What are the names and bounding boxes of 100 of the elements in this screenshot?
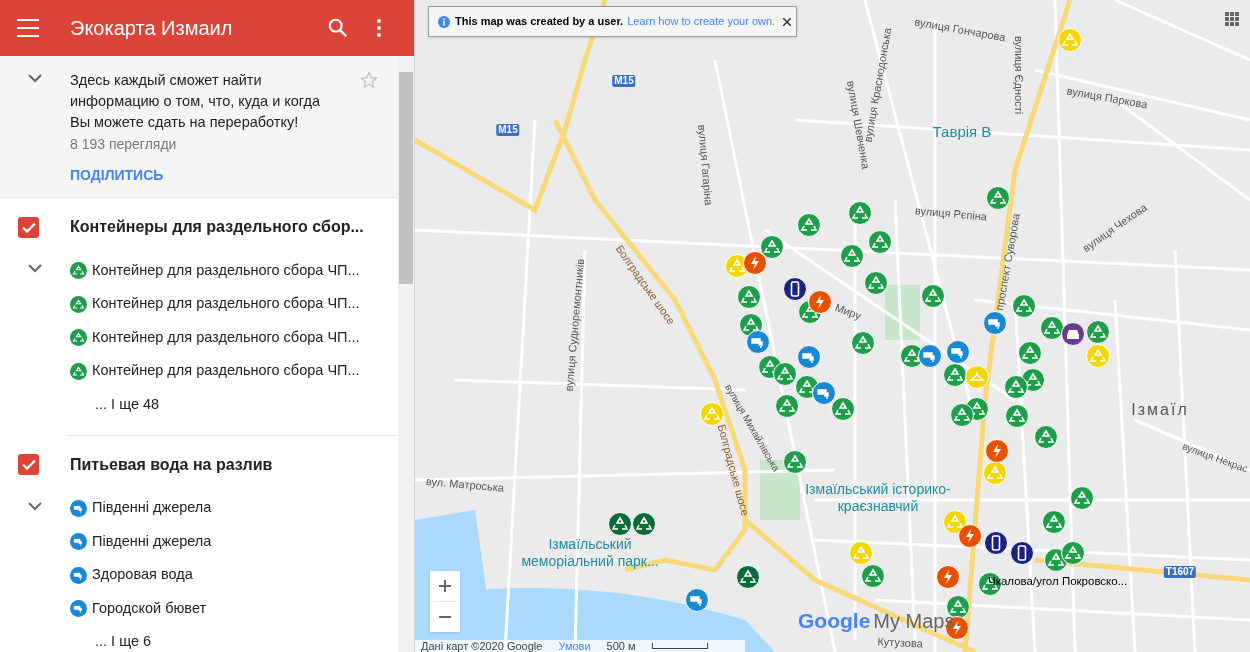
street-label: вулиця Єдності [1011, 35, 1025, 115]
recycle-marker-icon[interactable] [737, 285, 761, 309]
place-label: Ізмаїльський історико-краєзнавчий [804, 481, 952, 515]
hanger-marker-icon[interactable] [965, 365, 989, 389]
recycle-marker-icon[interactable] [921, 284, 945, 308]
phone-marker-icon[interactable] [984, 531, 1008, 555]
map-attribution: Дані карт ©2020 Google [421, 638, 543, 652]
water-tap-marker-icon[interactable] [685, 588, 709, 612]
checkmark-icon [21, 221, 36, 233]
view-count: 8 193 перегляди [70, 135, 178, 154]
recycle-icon [70, 262, 87, 280]
layer-checkbox[interactable] [18, 454, 39, 475]
place-label: Таврія В [932, 123, 992, 141]
minus-icon [439, 616, 451, 618]
recycle-marker-icon[interactable] [851, 331, 875, 355]
layer-item[interactable]: Контейнер для раздельного сбора ЧП... [92, 259, 360, 282]
recycle-marker-icon[interactable] [1086, 320, 1110, 344]
layer-item[interactable]: Контейнер для раздельного сбора ЧП... [92, 293, 360, 316]
recycle-marker-icon[interactable] [986, 186, 1010, 210]
water-tap-marker-icon[interactable] [946, 340, 970, 364]
layer-item[interactable]: Здоровая вода [92, 564, 193, 587]
layer-item[interactable]: Південні джерела [92, 497, 212, 520]
recycle-marker-icon[interactable] [1061, 541, 1085, 565]
google-logo: Google [798, 610, 871, 631]
road-number: M15 [612, 75, 636, 87]
lightning-marker-icon[interactable] [743, 251, 767, 275]
layer-title[interactable]: Питьевая вода на разлив [70, 452, 273, 477]
chevron-down-icon[interactable] [28, 74, 42, 83]
recycle-marker-icon[interactable] [1058, 28, 1082, 52]
more-items-link[interactable]: ... І ще 48 [95, 388, 160, 422]
notice-text: This map was created by a user. [455, 14, 624, 30]
layer-title[interactable]: Контейнеры для раздельного сбор... [70, 215, 364, 239]
water-tap-icon [70, 566, 87, 584]
recycle-marker-icon[interactable] [864, 271, 888, 295]
street-label: проспект Суворова [993, 212, 1023, 312]
recycle-marker-icon[interactable] [1040, 316, 1064, 340]
chevron-down-icon[interactable] [28, 264, 42, 273]
water-tap-icon [70, 499, 87, 517]
street-label: вулиця Судноремонтників [562, 258, 588, 392]
water-tap-marker-icon[interactable] [983, 311, 1007, 335]
road-number: T1607 [1163, 566, 1197, 578]
water-tap-marker-icon[interactable] [746, 330, 770, 354]
recycle-marker-icon[interactable] [861, 564, 885, 588]
car-marker-icon[interactable] [1061, 322, 1085, 346]
recycle-marker-icon[interactable] [783, 450, 807, 474]
recycle-marker-icon[interactable] [760, 235, 784, 259]
recycle-marker-icon[interactable] [1005, 404, 1029, 428]
lightning-marker-icon[interactable] [985, 439, 1009, 463]
scrollbar[interactable] [398, 56, 414, 652]
recycle-marker-icon[interactable] [632, 512, 656, 536]
layer-item[interactable]: Південні джерела [92, 530, 212, 553]
recycle-marker-icon[interactable] [773, 362, 797, 386]
lightning-marker-icon[interactable] [808, 290, 832, 314]
water-tap-marker-icon[interactable] [812, 381, 836, 405]
recycle-marker-icon[interactable] [849, 541, 873, 565]
search-icon[interactable] [327, 17, 349, 39]
road-number: M15 [496, 124, 520, 136]
menu-icon[interactable] [17, 19, 39, 37]
layer-item[interactable]: Контейнер для раздельного сбора ЧП... [92, 360, 360, 383]
recycle-marker-icon[interactable] [608, 512, 632, 536]
recycle-marker-icon[interactable] [1042, 510, 1066, 534]
apps-grid-icon[interactable] [1225, 12, 1239, 26]
layer-checkbox[interactable] [18, 216, 39, 238]
more-items-link[interactable]: ... І ще 6 [95, 625, 152, 652]
recycle-marker-icon[interactable] [1034, 425, 1058, 449]
recycle-marker-icon[interactable] [943, 363, 967, 387]
recycle-marker-icon[interactable] [1012, 294, 1036, 318]
phone-marker-icon[interactable] [783, 277, 807, 301]
layer-item[interactable]: Контейнер для раздельного сбора ЧП... [92, 326, 360, 349]
star-icon[interactable] [360, 71, 378, 89]
terms-link[interactable]: Умови [558, 637, 591, 652]
recycle-marker-icon[interactable] [1086, 344, 1110, 368]
recycle-icon [70, 295, 87, 313]
recycle-marker-icon[interactable] [1070, 486, 1094, 510]
lightning-marker-icon[interactable] [958, 524, 982, 548]
recycle-marker-icon[interactable] [736, 565, 760, 589]
lightning-marker-icon[interactable] [936, 565, 960, 589]
recycle-marker-icon[interactable] [868, 230, 892, 254]
layer-item[interactable]: Городской бювет [92, 597, 207, 620]
chevron-down-icon[interactable] [28, 501, 42, 511]
phone-marker-icon[interactable] [1010, 541, 1034, 565]
street-label: вул. Матроська [425, 475, 505, 495]
recycle-marker-icon[interactable] [831, 397, 855, 421]
recycle-marker-icon[interactable] [950, 403, 974, 427]
recycle-marker-icon[interactable] [797, 213, 821, 237]
close-icon[interactable] [783, 17, 792, 26]
recycle-marker-icon[interactable] [1004, 375, 1028, 399]
recycle-marker-icon[interactable] [1018, 341, 1042, 365]
recycle-marker-icon[interactable] [700, 402, 724, 426]
recycle-marker-icon[interactable] [840, 244, 864, 268]
street-label: вулиця Некрас [1180, 440, 1250, 476]
more-options-icon[interactable] [377, 19, 381, 37]
recycle-marker-icon[interactable] [848, 201, 872, 225]
street-label: вулиця Паркова [1065, 84, 1149, 112]
water-tap-marker-icon[interactable] [918, 344, 942, 368]
recycle-marker-icon[interactable] [983, 461, 1007, 485]
info-icon [438, 15, 450, 28]
map-description: Здесь каждый сможет найти информацию о том, что, куда и когда Вы можете сдать на переработку! [70, 71, 321, 132]
water-tap-marker-icon[interactable] [797, 345, 821, 369]
checkmark-icon [21, 459, 36, 470]
